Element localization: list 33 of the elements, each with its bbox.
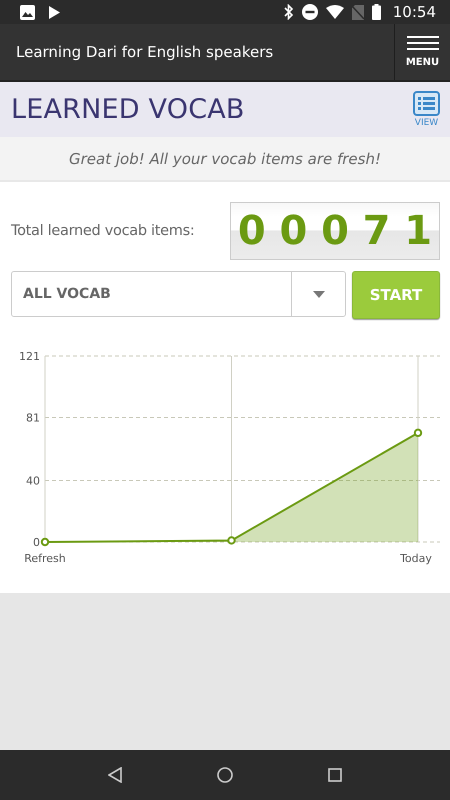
no-sim-icon [352,4,364,20]
counter-digit: 0 [279,211,308,251]
recents-icon[interactable] [328,768,342,782]
app-title: Learning Dari for English speakers [16,43,274,61]
data-point [40,538,50,546]
image-icon [20,4,35,20]
status-message: Great job! All your vocab items are fresh! [69,150,381,168]
view-button[interactable]: VIEW [413,91,440,128]
play-icon [49,6,60,18]
counter-digit: 0 [321,211,349,251]
list-icon [413,91,440,116]
wifi-icon [326,5,344,19]
page-title: LEARNED VOCAB [11,94,246,125]
y-axis-label: 0 [33,536,40,549]
counter-digit: 7 [362,211,390,251]
x-axis-label: Today [400,552,432,565]
y-axis-label: 81 [26,412,40,424]
battery-icon [372,4,381,20]
y-axis-label: 40 [26,474,40,488]
data-point [414,428,422,438]
x-axis-label: Refresh [24,552,66,565]
back-icon[interactable] [108,767,122,783]
caret-icon [312,290,324,298]
home-icon[interactable] [216,767,233,783]
do-not-disturb-icon [302,4,318,20]
y-axis-label: 121 [19,350,40,363]
counter-label: Total learned vocab items: [11,223,196,239]
data-point [227,536,236,545]
vocab-dropdown[interactable]: ALL VOCAB [11,271,346,317]
counter-digit: 1 [404,211,432,251]
bluetooth-icon [284,4,294,20]
counter-digit: 0 [238,211,266,251]
clock-time: 10:54 [392,3,436,21]
